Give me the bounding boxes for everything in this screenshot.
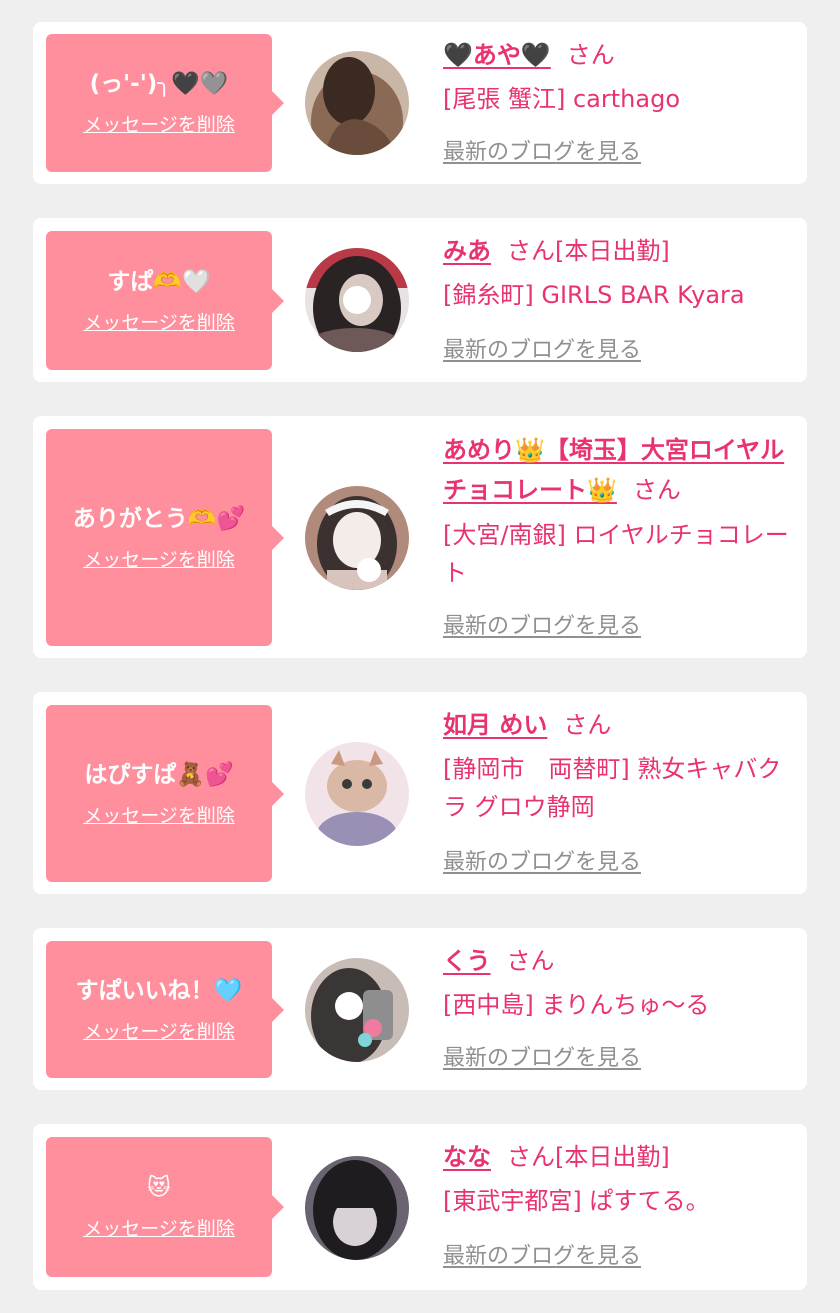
- message-text: すぱ🫶🤍: [107, 268, 211, 295]
- message-text: はぴすぱ🧸💕: [84, 761, 234, 788]
- view-blog-link[interactable]: 最新のブログを見る: [443, 1243, 641, 1271]
- message-bubble: すぱ🫶🤍 メッセージを削除: [46, 231, 284, 370]
- honorific: さん: [566, 41, 615, 69]
- delete-message-link[interactable]: メッセージを削除: [83, 804, 235, 828]
- honorific: さん: [507, 237, 555, 265]
- avatar[interactable]: [305, 958, 409, 1062]
- avatar[interactable]: [305, 51, 409, 155]
- message-bubble: ありがとう🫶💕 メッセージを削除: [46, 429, 284, 646]
- shop-info: [尾張 蟹江] carthago: [443, 85, 680, 113]
- view-blog-link[interactable]: 最新のブログを見る: [443, 1045, 641, 1073]
- honorific: さん: [506, 947, 555, 975]
- shop-info: [静岡市 両替町] 熟女キャバクラ グロウ静岡: [443, 755, 782, 821]
- view-blog-link[interactable]: 最新のブログを見る: [443, 337, 641, 365]
- delete-message-link[interactable]: メッセージを削除: [83, 1217, 235, 1241]
- honorific: さん: [507, 1143, 555, 1171]
- list-item: すぱいいね！🩵 メッセージを削除 くう さん [西中島] まりんちゅ〜る 最新のブ…: [33, 928, 807, 1090]
- cast-name-link[interactable]: 🖤あや🖤: [443, 41, 551, 69]
- shop-info: [大宮/南銀] ロイヤルチョコレート: [443, 521, 789, 587]
- view-blog-link[interactable]: 最新のブログを見る: [443, 613, 641, 641]
- today-attendance-badge: [本日出勤]: [555, 237, 670, 265]
- message-bubble: 😻 メッセージを削除: [46, 1137, 284, 1277]
- honorific: さん: [563, 711, 612, 739]
- message-bubble: はぴすぱ🧸💕 メッセージを削除: [46, 705, 284, 882]
- today-attendance-badge: [本日出勤]: [555, 1143, 670, 1171]
- cast-name-link[interactable]: あめり👑【埼玉】大宮ロイヤルチョコレート👑: [443, 436, 784, 504]
- list-item: ありがとう🫶💕 メッセージを削除 あめり👑【埼玉】大宮ロイヤルチョコレート👑 さん…: [33, 416, 807, 658]
- message-bubble: (っ'-')╮🖤🩶 メッセージを削除: [46, 34, 284, 172]
- list-item: はぴすぱ🧸💕 メッセージを削除 如月 めい さん [静岡市 両替町] 熟女キャバク…: [33, 692, 807, 894]
- list-item: 😻 メッセージを削除 なな さん[本日出勤] [東武宇都宮] ぱすてる。 最新のブ…: [33, 1124, 807, 1290]
- shop-info: [西中島] まりんちゅ〜る: [443, 991, 710, 1019]
- list-item: すぱ🫶🤍 メッセージを削除 みあ さん[本日出勤] [錦糸町] GIRLS BAR…: [33, 218, 807, 382]
- honorific: さん: [632, 476, 681, 504]
- shop-info: [東武宇都宮] ぱすてる。: [443, 1187, 710, 1215]
- shop-info: [錦糸町] GIRLS BAR Kyara: [443, 281, 745, 309]
- list-item: (っ'-')╮🖤🩶 メッセージを削除 🖤あや🖤 さん [尾張 蟹江] cartha…: [33, 22, 807, 184]
- favorite-list: (っ'-')╮🖤🩶 メッセージを削除 🖤あや🖤 さん [尾張 蟹江] cartha…: [0, 0, 840, 1313]
- cast-name-link[interactable]: みあ: [443, 237, 491, 265]
- delete-message-link[interactable]: メッセージを削除: [83, 1020, 235, 1044]
- cast-name-link[interactable]: 如月 めい: [443, 711, 547, 739]
- message-text: ありがとう🫶💕: [72, 505, 246, 532]
- message-bubble: すぱいいね！🩵 メッセージを削除: [46, 941, 284, 1078]
- avatar[interactable]: [305, 742, 409, 846]
- message-text: (っ'-')╮🖤🩶: [89, 71, 229, 97]
- delete-message-link[interactable]: メッセージを削除: [83, 311, 235, 335]
- avatar[interactable]: [305, 1156, 409, 1260]
- cast-name-link[interactable]: なな: [443, 1143, 491, 1171]
- view-blog-link[interactable]: 最新のブログを見る: [443, 849, 641, 877]
- avatar[interactable]: [305, 248, 409, 352]
- message-text: 😻: [147, 1175, 171, 1201]
- delete-message-link[interactable]: メッセージを削除: [83, 548, 235, 572]
- cast-name-link[interactable]: くう: [443, 947, 491, 975]
- message-text: すぱいいね！🩵: [75, 977, 243, 1004]
- avatar[interactable]: [305, 486, 409, 590]
- delete-message-link[interactable]: メッセージを削除: [83, 113, 235, 137]
- view-blog-link[interactable]: 最新のブログを見る: [443, 139, 641, 167]
